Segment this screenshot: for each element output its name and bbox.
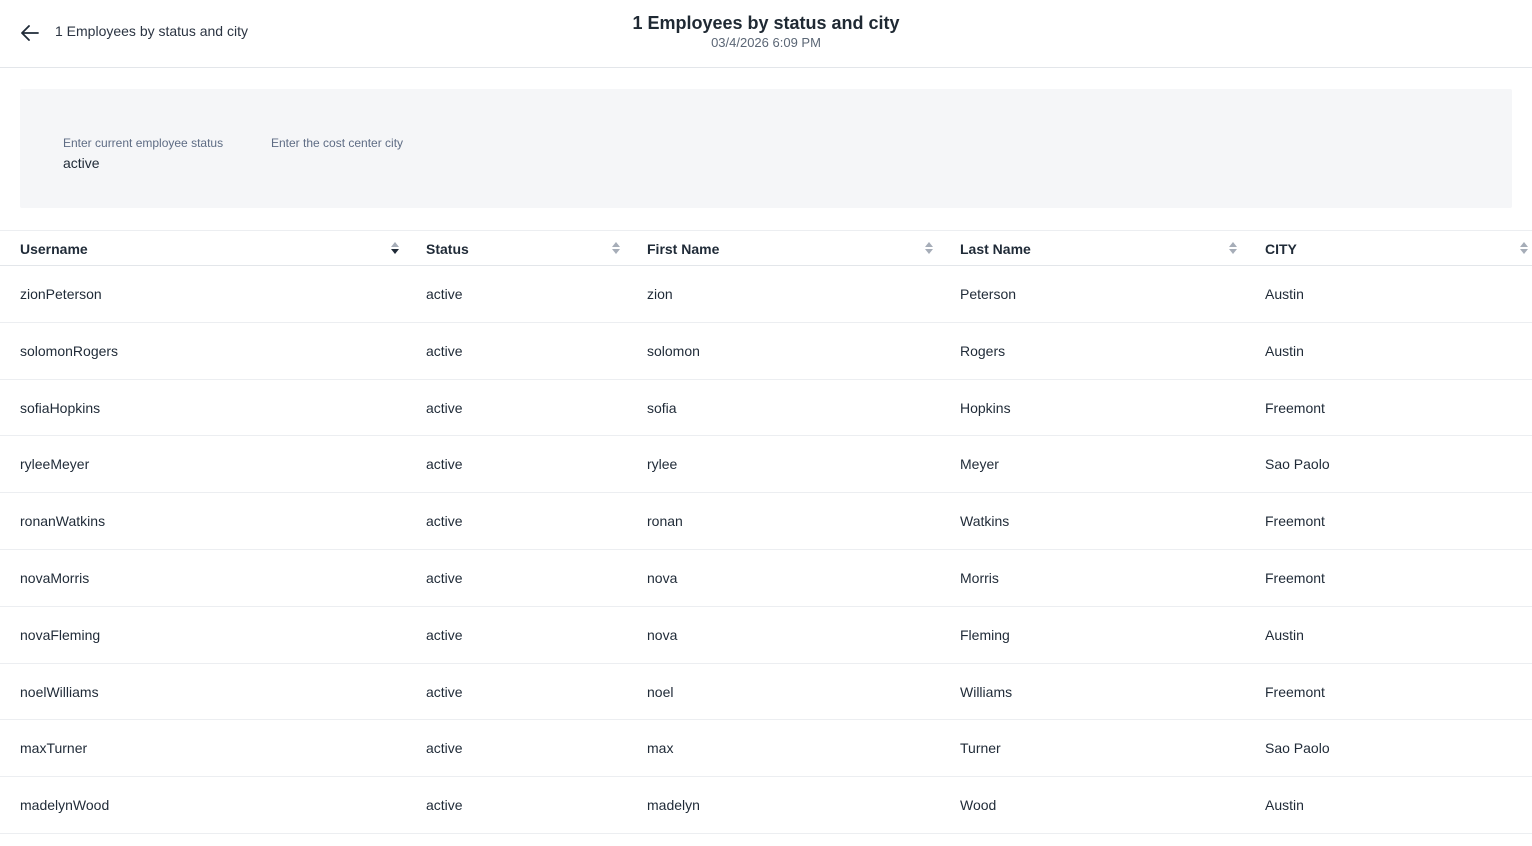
cell-city: Freemont: [1265, 513, 1325, 530]
cell-username: maxTurner: [20, 740, 88, 757]
cell-status: active: [426, 740, 463, 757]
report-timestamp: 03/4/2026 6:09 PM: [711, 35, 821, 50]
cell-first-name: noel: [647, 683, 674, 700]
cell-last-name: Rogers: [960, 342, 1006, 359]
sort-icon[interactable]: [1519, 241, 1529, 255]
column-header-last-name[interactable]: Last Name: [960, 231, 1031, 266]
employees-table: Username Status First Name Last Name CIT…: [0, 230, 1532, 834]
cell-status: active: [426, 399, 463, 416]
sort-icon[interactable]: [1228, 241, 1238, 255]
cell-username: ronanWatkins: [20, 513, 106, 530]
cell-username: solomonRogers: [20, 342, 119, 359]
status-filter-label: Enter current employee status: [63, 136, 224, 150]
table-row[interactable]: zionPeterson active zion Peterson Austin: [0, 266, 1532, 323]
cell-first-name: nova: [647, 569, 678, 586]
cell-username: madelynWood: [20, 797, 110, 814]
status-filter[interactable]: Enter current employee status active: [63, 136, 223, 173]
table-row[interactable]: novaMorris active nova Morris Freemont: [0, 550, 1532, 607]
cell-city: Freemont: [1265, 399, 1325, 416]
sort-icon[interactable]: [611, 241, 621, 255]
city-filter[interactable]: Enter the cost center city: [271, 136, 403, 173]
cell-last-name: Peterson: [960, 286, 1017, 302]
cell-username: novaMorris: [20, 569, 90, 586]
cell-username: ryleeMeyer: [20, 456, 90, 473]
cell-first-name: zion: [647, 286, 673, 302]
cell-city: Austin: [1265, 797, 1304, 814]
cell-status: active: [426, 342, 463, 359]
cell-first-name: solomon: [647, 342, 700, 359]
cell-last-name: Meyer: [960, 456, 999, 473]
cell-last-name: Williams: [960, 683, 1013, 700]
cell-status: active: [426, 797, 463, 814]
cell-username: zionPeterson: [20, 286, 102, 302]
city-filter-value[interactable]: [271, 155, 403, 173]
table-row[interactable]: novaFleming active nova Fleming Austin: [0, 607, 1532, 664]
cell-first-name: max: [647, 740, 674, 757]
cell-city: Sao Paolo: [1265, 456, 1330, 473]
sort-icon[interactable]: [924, 241, 934, 255]
sort-descending-icon[interactable]: [390, 241, 400, 255]
cell-last-name: Fleming: [960, 626, 1010, 643]
table-row[interactable]: maxTurner active max Turner Sao Paolo: [0, 720, 1532, 778]
cell-first-name: sofia: [647, 399, 677, 416]
cell-last-name: Morris: [960, 569, 999, 586]
cell-first-name: nova: [647, 626, 678, 643]
cell-status: active: [426, 286, 463, 302]
city-filter-label: Enter the cost center city: [271, 136, 404, 150]
table-row[interactable]: ronanWatkins active ronan Watkins Freemo…: [0, 493, 1532, 550]
status-filter-value[interactable]: active: [63, 155, 223, 173]
cell-status: active: [426, 456, 463, 473]
cell-first-name: madelyn: [647, 797, 700, 814]
table-row[interactable]: madelynWood active madelyn Wood Austin: [0, 777, 1532, 834]
cell-city: Austin: [1265, 626, 1304, 643]
cell-status: active: [426, 683, 463, 700]
cell-first-name: rylee: [647, 456, 678, 473]
title-block: 1 Employees by status and city 03/4/2026…: [0, 12, 1532, 52]
table-header: Username Status First Name Last Name CIT…: [0, 230, 1532, 266]
cell-first-name: ronan: [647, 513, 683, 530]
cell-username: noelWilliams: [20, 683, 99, 700]
cell-status: active: [426, 513, 463, 530]
cell-username: novaFleming: [20, 626, 101, 643]
cell-last-name: Hopkins: [960, 399, 1011, 416]
cell-city: Austin: [1265, 286, 1304, 302]
table-row[interactable]: sofiaHopkins active sofia Hopkins Freemo…: [0, 380, 1532, 437]
cell-last-name: Turner: [960, 740, 1001, 757]
filter-panel: Enter current employee status active Ent…: [20, 89, 1512, 208]
cell-last-name: Watkins: [960, 513, 1010, 530]
column-header-city[interactable]: CITY: [1265, 231, 1297, 266]
cell-status: active: [426, 626, 463, 643]
table-row[interactable]: ryleeMeyer active rylee Meyer Sao Paolo: [0, 436, 1532, 494]
column-header-status[interactable]: Status: [426, 231, 469, 266]
cell-city: Freemont: [1265, 569, 1325, 586]
cell-username: sofiaHopkins: [20, 399, 101, 416]
table-row[interactable]: solomonRogers active solomon Rogers Aust…: [0, 323, 1532, 380]
cell-city: Freemont: [1265, 683, 1325, 700]
page-title: 1 Employees by status and city: [632, 13, 900, 33]
table-row[interactable]: noelWilliams active noel Williams Freemo…: [0, 664, 1532, 721]
top-bar: 1 Employees by status and city 1 Employe…: [0, 0, 1532, 68]
cell-status: active: [426, 569, 463, 586]
cell-city: Sao Paolo: [1265, 740, 1330, 757]
column-header-first-name[interactable]: First Name: [647, 231, 719, 266]
column-header-username[interactable]: Username: [20, 231, 88, 266]
cell-last-name: Wood: [960, 797, 997, 814]
cell-city: Austin: [1265, 342, 1304, 359]
